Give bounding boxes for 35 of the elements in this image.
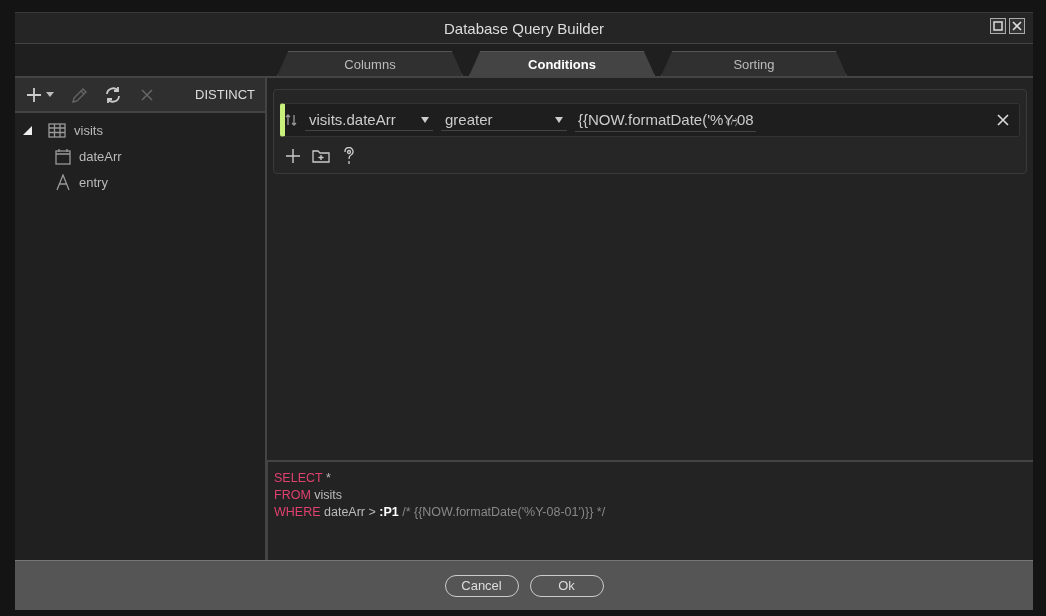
calendar-icon bbox=[55, 147, 71, 165]
tree-item[interactable]: entry bbox=[79, 174, 108, 190]
plus-icon bbox=[25, 85, 43, 104]
plus-button[interactable] bbox=[25, 85, 54, 104]
add-group-icon[interactable] bbox=[312, 149, 330, 163]
expand-arrow-icon[interactable] bbox=[23, 125, 32, 135]
add-condition-icon[interactable] bbox=[286, 149, 300, 163]
tree-item[interactable]: visits bbox=[74, 122, 103, 138]
sql-line: WHERE dateArr > :P1 /* {{NOW.formatDate('%Y-08-01')}} */ bbox=[274, 504, 607, 521]
tab[interactable]: Sorting bbox=[661, 51, 847, 76]
sort-arrows-icon[interactable] bbox=[285, 114, 297, 126]
distinct-toggle[interactable]: DISTINCT bbox=[195, 87, 255, 102]
letter-icon bbox=[55, 173, 71, 191]
close-icon bbox=[1012, 21, 1022, 31]
help-icon[interactable] bbox=[342, 147, 356, 165]
function-icon[interactable] bbox=[725, 116, 739, 127]
remove-condition-icon[interactable] bbox=[997, 114, 1009, 126]
operator-dropdown[interactable]: greater bbox=[441, 109, 567, 131]
maximize-button[interactable] bbox=[990, 18, 1006, 34]
caret-icon bbox=[46, 92, 54, 97]
field-dropdown[interactable]: visits.dateArr bbox=[305, 109, 433, 131]
tab[interactable]: Conditions bbox=[469, 51, 655, 76]
refresh-button[interactable] bbox=[104, 85, 122, 104]
sql-line: SELECT * bbox=[274, 470, 332, 487]
tab[interactable]: Columns bbox=[277, 51, 463, 76]
caret-icon bbox=[555, 116, 563, 123]
window-title: Database Query Builder bbox=[443, 19, 605, 37]
close-button[interactable] bbox=[1009, 18, 1025, 34]
caret-icon bbox=[421, 116, 429, 123]
maximize-icon bbox=[993, 21, 1003, 31]
table-icon bbox=[48, 122, 66, 138]
tree-item[interactable]: dateArr bbox=[79, 148, 122, 164]
refresh-icon bbox=[104, 85, 122, 104]
value-field[interactable]: {{NOW.formatDate('%Y-08 bbox=[575, 108, 756, 132]
sql-line: FROM visits bbox=[274, 487, 344, 504]
